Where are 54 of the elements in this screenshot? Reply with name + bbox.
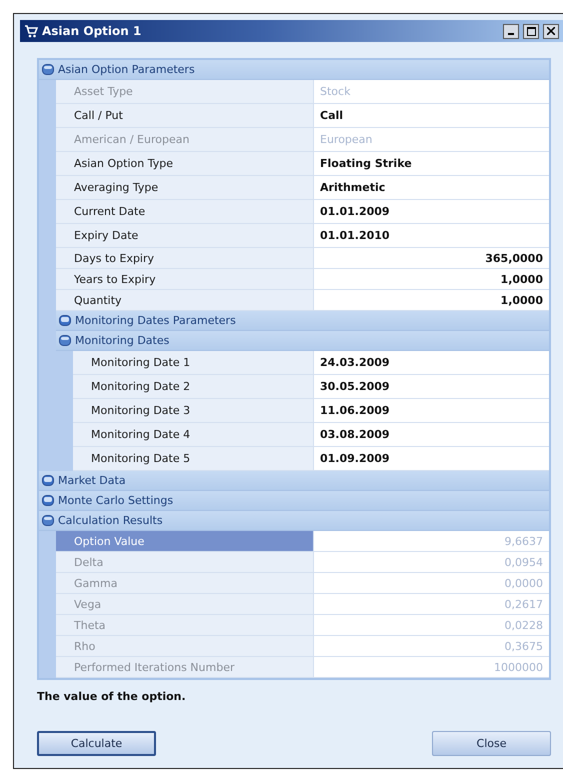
description-text: The value of the option.	[37, 690, 187, 703]
property-label[interactable]: Days to Expiry	[56, 248, 314, 268]
collapse-icon[interactable]	[59, 335, 71, 346]
section-title: Calculation Results	[58, 514, 163, 527]
section-header[interactable]: Monte Carlo Settings	[39, 491, 549, 511]
property-label[interactable]: Expiry Date	[56, 224, 314, 247]
expand-icon[interactable]	[42, 495, 54, 506]
collapse-icon[interactable]	[42, 515, 54, 526]
property-label[interactable]: Averaging Type	[56, 176, 314, 199]
section-title: Monitoring Dates	[75, 334, 170, 347]
section-header[interactable]: Monitoring Dates	[56, 331, 549, 351]
property-label[interactable]: Monitoring Date 5	[73, 447, 314, 470]
maximize-button[interactable]	[523, 24, 539, 38]
expand-icon[interactable]	[42, 475, 54, 486]
property-value[interactable]: 1,0000	[314, 269, 549, 289]
property-label[interactable]: Asian Option Type	[56, 152, 314, 175]
property-value[interactable]: 1,0000	[314, 290, 549, 310]
close-dialog-button[interactable]: Close	[432, 731, 551, 756]
section-header[interactable]: Asian Option Parameters	[39, 60, 549, 80]
property-label[interactable]: Monitoring Date 2	[73, 375, 314, 398]
property-label[interactable]: Years to Expiry	[56, 269, 314, 289]
property-label[interactable]: Monitoring Date 4	[73, 423, 314, 446]
property-value[interactable]: 30.05.2009	[314, 375, 549, 398]
window-title: Asian Option 1	[42, 24, 142, 38]
property-value[interactable]: 11.06.2009	[314, 399, 549, 422]
calculate-button[interactable]: Calculate	[37, 731, 156, 756]
property-value[interactable]: 24.03.2009	[314, 351, 549, 374]
section-title: Monitoring Dates Parameters	[75, 314, 236, 327]
property-value[interactable]: 03.08.2009	[314, 423, 549, 446]
close-button[interactable]	[543, 24, 559, 38]
maximize-icon	[526, 26, 536, 36]
section-header[interactable]: Calculation Results	[39, 511, 549, 531]
property-value[interactable]: Call	[314, 104, 549, 127]
property-label[interactable]: Quantity	[56, 290, 314, 310]
cart-icon	[24, 24, 38, 38]
property-value[interactable]: 01.01.2010	[314, 224, 549, 247]
property-value[interactable]: 01.01.2009	[314, 200, 549, 223]
expand-icon[interactable]	[59, 315, 71, 326]
collapse-icon[interactable]	[42, 64, 54, 75]
property-value[interactable]: 01.09.2009	[314, 447, 549, 470]
close-icon	[547, 27, 555, 35]
minimize-button[interactable]	[503, 24, 519, 38]
property-label[interactable]: Current Date	[56, 200, 314, 223]
section-header[interactable]: Market Data	[39, 471, 549, 491]
section-title: Market Data	[58, 474, 126, 487]
property-label[interactable]: Monitoring Date 3	[73, 399, 314, 422]
section-title: Asian Option Parameters	[58, 63, 195, 76]
section-header[interactable]: Monitoring Dates Parameters	[56, 311, 549, 331]
property-label[interactable]: Monitoring Date 1	[73, 351, 314, 374]
section-title: Monte Carlo Settings	[58, 494, 174, 507]
property-value[interactable]: 365,0000	[314, 248, 549, 268]
property-value[interactable]: Floating Strike	[314, 152, 549, 175]
property-value[interactable]: Arithmetic	[314, 176, 549, 199]
property-label[interactable]: Call / Put	[56, 104, 314, 127]
